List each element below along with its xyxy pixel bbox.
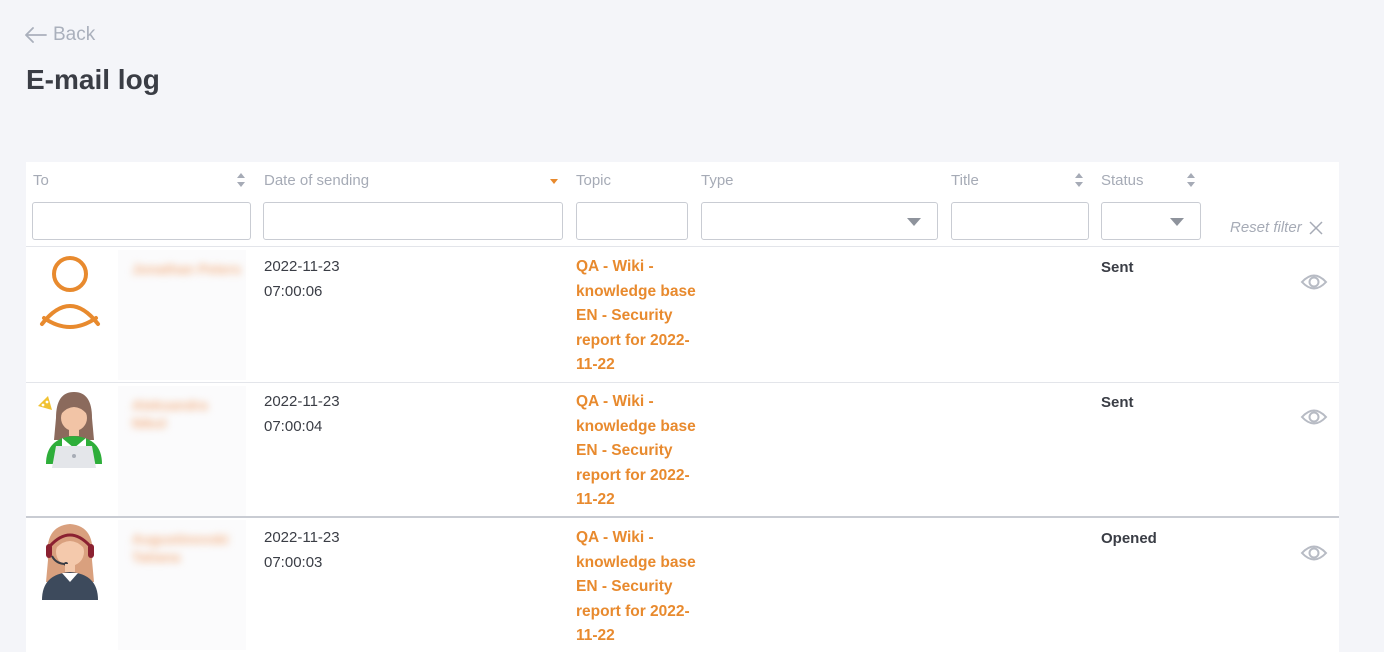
reset-filter-label: Reset filter bbox=[1230, 219, 1302, 236]
column-header-type: Type bbox=[701, 172, 734, 189]
sort-both-icon[interactable] bbox=[236, 172, 246, 188]
recipient-name: Jonathan Peters bbox=[118, 250, 246, 380]
sort-desc-active-icon[interactable] bbox=[549, 172, 559, 188]
column-header-title[interactable]: Title bbox=[951, 172, 979, 189]
eye-icon[interactable] bbox=[1300, 543, 1328, 563]
back-link[interactable]: Back bbox=[25, 24, 95, 46]
eye-icon[interactable] bbox=[1300, 272, 1328, 292]
caret-down-icon bbox=[1170, 218, 1184, 226]
woman-laptop-avatar-icon bbox=[34, 388, 106, 472]
back-label: Back bbox=[53, 24, 96, 45]
filter-title-input[interactable] bbox=[951, 202, 1089, 240]
row-divider bbox=[26, 516, 1339, 518]
column-header-topic: Topic bbox=[576, 172, 612, 189]
recipient-name: Aleksandra Nikol bbox=[118, 386, 246, 516]
column-header-status[interactable]: Status bbox=[1101, 172, 1144, 189]
eye-icon[interactable] bbox=[1300, 407, 1328, 427]
status-text: Opened bbox=[1101, 530, 1157, 547]
header-divider bbox=[26, 246, 1339, 247]
status-text: Sent bbox=[1101, 259, 1134, 276]
filter-date-input[interactable] bbox=[263, 202, 563, 240]
email-topic-link[interactable]: QA - Wiki - knowledge base EN - Security… bbox=[576, 255, 696, 378]
filter-topic-input[interactable] bbox=[576, 202, 688, 240]
sending-date: 2022-11-23 07:00:03 bbox=[264, 529, 340, 571]
filter-status-select[interactable] bbox=[1101, 202, 1201, 240]
filter-to-input[interactable] bbox=[32, 202, 251, 240]
reset-filter-button[interactable]: Reset filter bbox=[1230, 219, 1324, 236]
email-topic-link[interactable]: QA - Wiki - knowledge base EN - Security… bbox=[576, 390, 696, 513]
sending-date: 2022-11-23 07:00:06 bbox=[264, 258, 340, 300]
caret-down-icon bbox=[907, 218, 921, 226]
status-text: Sent bbox=[1101, 394, 1134, 411]
column-header-date[interactable]: Date of sending bbox=[264, 172, 369, 189]
sort-both-icon[interactable] bbox=[1074, 172, 1084, 188]
sending-date: 2022-11-23 07:00:04 bbox=[264, 393, 340, 435]
email-topic-link[interactable]: QA - Wiki - knowledge base EN - Security… bbox=[576, 526, 696, 649]
page-title: E-mail log bbox=[26, 64, 160, 95]
recipient-name: Augustinovski Tatiana bbox=[118, 520, 246, 650]
filter-type-select[interactable] bbox=[701, 202, 938, 240]
close-icon bbox=[1309, 220, 1323, 235]
arrow-left-icon bbox=[25, 27, 47, 43]
user-outline-icon bbox=[34, 252, 106, 336]
sort-both-icon[interactable] bbox=[1186, 172, 1196, 188]
support-agent-avatar-icon bbox=[34, 520, 106, 604]
column-header-to[interactable]: To bbox=[33, 172, 49, 189]
row-divider bbox=[26, 382, 1339, 383]
